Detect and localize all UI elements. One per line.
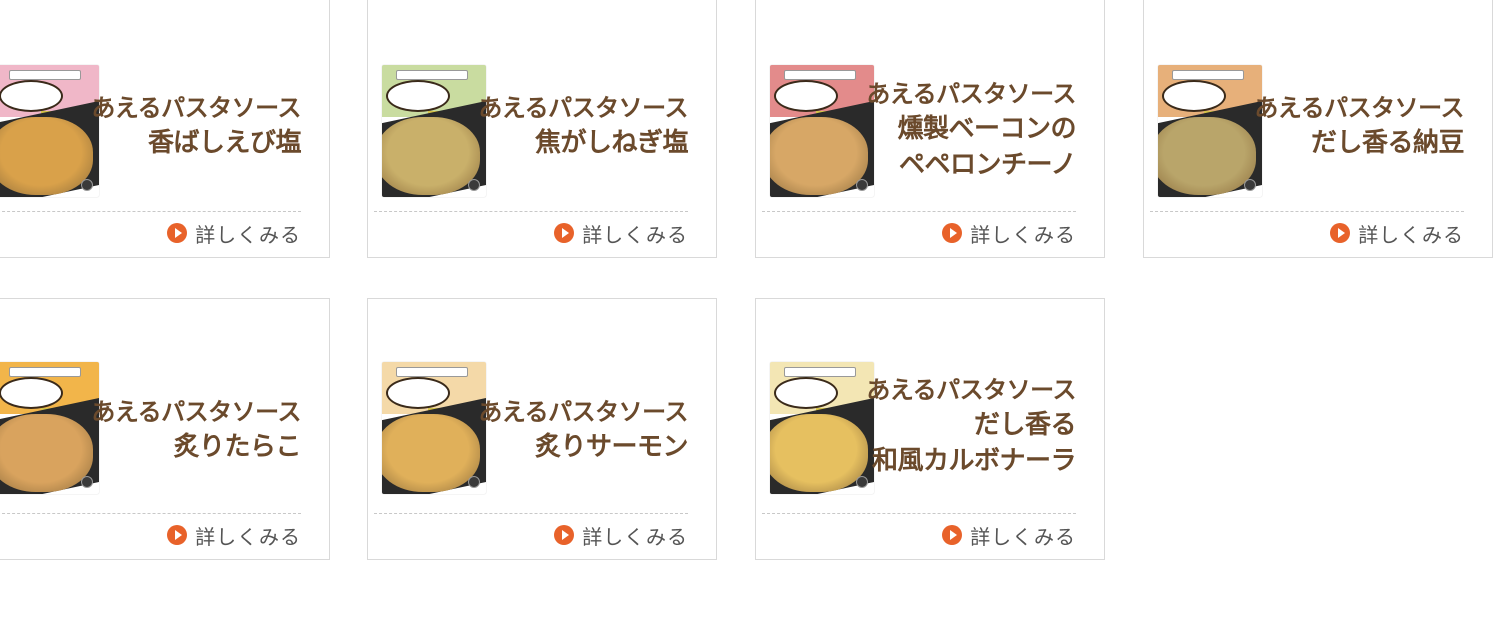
product-name: だし香る納豆 [1310,128,1465,158]
product-package-image[interactable] [382,362,486,494]
more-details-link[interactable]: 詳しくみる [942,221,1076,247]
dashed-divider [374,211,688,212]
more-details-label: 詳しくみる [970,524,1076,549]
package-seal-icon [81,476,93,488]
product-name: 香ばしえび塩 [147,128,302,158]
more-details-label: 詳しくみる [195,222,301,247]
dashed-divider [1150,211,1464,212]
play-circle-icon [554,223,575,243]
product-card[interactable]: あえるパスタソース焦がしねぎ塩 詳しくみる [367,0,717,258]
pasta-shape [382,414,480,492]
brand-logo [396,70,468,80]
product-title[interactable]: あえるパスタソースだし香る納豆 [1254,91,1464,161]
product-card[interactable]: あえるパスタソース炙りたらこ 詳しくみる [0,298,330,560]
package-label-badge [386,80,450,112]
package-label-badge [0,80,63,112]
brand-logo [9,367,81,377]
play-circle-icon [1330,223,1351,243]
product-series: あえるパスタソース [866,80,1076,108]
product-name: 炙りサーモン [534,432,689,462]
product-name: ペペロンチーノ [899,150,1076,180]
product-name: 焦がしねぎ塩 [534,128,689,158]
package-label-badge [0,377,63,409]
play-circle-icon [554,525,575,545]
more-details-label: 詳しくみる [970,222,1076,247]
product-series: あえるパスタソース [91,398,301,426]
brand-logo [396,367,468,377]
product-title[interactable]: あえるパスタソース香ばしえび塩 [91,91,301,161]
product-name: だし香る [973,410,1077,440]
product-package-image[interactable] [770,362,874,494]
brand-logo [9,70,81,80]
product-card[interactable]: あえるパスタソース炙りサーモン 詳しくみる [367,298,717,560]
pasta-shape [0,414,93,492]
more-details-label: 詳しくみる [582,524,688,549]
product-title[interactable]: あえるパスタソース炙りサーモン [478,395,688,465]
more-details-link[interactable]: 詳しくみる [167,221,301,247]
package-seal-icon [1244,179,1256,191]
more-details-label: 詳しくみる [582,222,688,247]
package-seal-icon [468,179,480,191]
play-circle-icon [942,223,963,243]
pasta-shape [382,117,480,195]
more-details-link[interactable]: 詳しくみる [554,523,688,549]
product-package-image[interactable] [1158,65,1262,197]
more-details-link[interactable]: 詳しくみる [942,523,1076,549]
product-package-image[interactable] [0,65,99,197]
pasta-shape [0,117,93,195]
more-details-label: 詳しくみる [195,524,301,549]
product-series: あえるパスタソース [478,94,688,122]
more-details-link[interactable]: 詳しくみる [554,221,688,247]
product-card[interactable]: あえるパスタソースだし香る和風カルボナーラ 詳しくみる [755,298,1105,560]
brand-logo [784,70,856,80]
product-title[interactable]: あえるパスタソース燻製ベーコンの ペペロンチーノ [866,77,1076,183]
dashed-divider [0,211,301,212]
product-package-image[interactable] [770,65,874,197]
pasta-shape [770,117,868,195]
dashed-divider [0,513,301,514]
product-name: 燻製ベーコンの [897,114,1076,144]
package-label-badge [774,80,838,112]
brand-logo [784,367,856,377]
product-card[interactable]: あえるパスタソースだし香る納豆 詳しくみる [1143,0,1493,258]
product-card[interactable]: あえるパスタソース香ばしえび塩 詳しくみる [0,0,330,258]
dashed-divider [374,513,688,514]
product-series: あえるパスタソース [478,398,688,426]
pasta-shape [770,414,868,492]
package-seal-icon [468,476,480,488]
product-series: あえるパスタソース [1254,94,1464,122]
play-circle-icon [167,223,188,243]
product-card[interactable]: あえるパスタソース燻製ベーコンの ペペロンチーノ 詳しくみる [755,0,1105,258]
product-title[interactable]: あえるパスタソース焦がしねぎ塩 [478,91,688,161]
product-name: 和風カルボナーラ [871,446,1077,476]
product-title[interactable]: あえるパスタソースだし香る和風カルボナーラ [866,373,1076,479]
product-package-image[interactable] [382,65,486,197]
brand-logo [1172,70,1244,80]
play-circle-icon [942,525,963,545]
product-series: あえるパスタソース [91,94,301,122]
more-details-link[interactable]: 詳しくみる [167,523,301,549]
package-seal-icon [81,179,93,191]
product-package-image[interactable] [0,362,99,494]
product-name: 炙りたらこ [173,432,301,462]
play-circle-icon [167,525,188,545]
product-title[interactable]: あえるパスタソース炙りたらこ [91,395,301,465]
more-details-label: 詳しくみる [1358,222,1464,247]
dashed-divider [762,211,1076,212]
product-series: あえるパスタソース [866,376,1076,404]
package-label-badge [1162,80,1226,112]
dashed-divider [762,513,1076,514]
package-label-badge [386,377,450,409]
package-label-badge [774,377,838,409]
pasta-shape [1158,117,1256,195]
more-details-link[interactable]: 詳しくみる [1330,221,1464,247]
